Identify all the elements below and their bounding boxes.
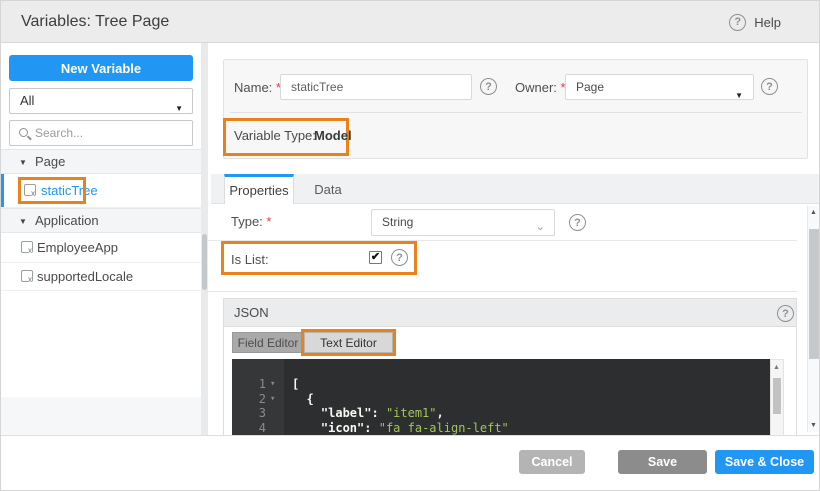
panel-divider[interactable]	[201, 43, 208, 435]
tree-item-label[interactable]: EmployeeApp	[37, 240, 118, 255]
tree-group-label: Application	[35, 213, 99, 228]
selection-bar	[1, 174, 4, 207]
variable-filter-value: All	[20, 93, 35, 108]
section-separator	[208, 291, 797, 292]
sidebar-scrollbar-thumb[interactable]	[202, 234, 207, 290]
panel-separator	[230, 112, 802, 113]
variable-icon: x	[24, 184, 36, 198]
text-editor-button[interactable]: Text Editor	[304, 332, 393, 353]
tree-group-page[interactable]: ▼ Page	[1, 149, 201, 174]
variable-icon: x	[21, 241, 33, 255]
caret-down-icon: ▼	[735, 91, 743, 100]
chevron-down-icon: ⌄	[535, 221, 545, 233]
variables-tree: ▼ Page x staticTree ▼ Application x Empl…	[1, 149, 201, 291]
field-editor-button[interactable]: Field Editor	[232, 332, 304, 353]
scroll-down-icon[interactable]: ▼	[810, 422, 817, 429]
required-mark: *	[266, 214, 272, 229]
variable-type-value: Model	[314, 128, 352, 143]
tab-data[interactable]: Data	[295, 174, 361, 204]
variables-dialog: Variables: Tree Page ? Help New Variable…	[0, 0, 820, 491]
tree-item-statictree[interactable]: x staticTree	[1, 174, 201, 208]
save-button[interactable]: Save	[618, 450, 707, 474]
json-code-editor[interactable]: 1 ▾[ 2 ▾ { 3 "label": "item1", 4 "icon": "…	[232, 359, 770, 435]
tree-group-label: Page	[35, 154, 66, 169]
save-and-close-button[interactable]: Save & Close	[715, 450, 814, 474]
variable-summary-panel: Name: * ? Owner: * Page ▼ ? Variable Typ…	[223, 59, 808, 159]
caret-down-icon[interactable]: ▼	[19, 217, 27, 226]
tree-group-application[interactable]: ▼ Application	[1, 208, 201, 233]
tree-item-label[interactable]: supportedLocale	[37, 269, 133, 284]
json-title: JSON	[234, 305, 269, 320]
code-line: 5 }	[232, 421, 770, 436]
main-scrollbar[interactable]: ▲ ▼	[807, 206, 819, 432]
sidebar-filler	[1, 397, 201, 435]
properties-content: Type: * String ⌄ ? Is List: ✔ ? JSON ? F…	[208, 204, 797, 435]
tree-item-label[interactable]: staticTree	[41, 183, 98, 198]
code-line: 2 ▾ {	[258, 391, 314, 406]
help-button[interactable]: ? Help	[729, 1, 781, 43]
cancel-button[interactable]: Cancel	[519, 450, 585, 474]
main-scrollbar-thumb[interactable]	[809, 229, 819, 359]
page-title: Variables: Tree Page	[21, 13, 170, 30]
variable-icon: x	[21, 270, 33, 284]
type-select[interactable]: String ⌄	[371, 209, 555, 236]
scroll-up-icon[interactable]: ▲	[810, 209, 817, 216]
is-list-checkbox[interactable]: ✔	[369, 251, 382, 264]
tab-properties[interactable]: Properties	[224, 174, 294, 204]
variable-type-label: Variable Type:	[234, 128, 316, 143]
variable-search-box[interactable]	[9, 120, 193, 146]
is-list-help-icon[interactable]: ?	[391, 249, 408, 266]
dialog-footer: Cancel Save Save & Close	[1, 435, 819, 490]
is-list-label: Is List:	[231, 252, 269, 267]
type-row: Type: * String ⌄ ?	[208, 204, 797, 241]
help-label[interactable]: Help	[754, 15, 781, 30]
name-label: Name: *	[234, 80, 281, 95]
tab-strip: Properties Data	[211, 174, 819, 204]
caret-down-icon: ▼	[175, 104, 183, 113]
code-line: 4 "icon": "fa fa-align-left"	[258, 420, 509, 435]
owner-select[interactable]: Page ▼	[565, 74, 754, 100]
help-icon[interactable]: ?	[729, 13, 747, 31]
json-help-icon[interactable]: ?	[777, 305, 794, 322]
tree-item-employeeapp[interactable]: x EmployeeApp	[1, 233, 201, 263]
scroll-up-icon[interactable]: ▲	[773, 364, 780, 371]
code-line: 1 ▾[	[258, 377, 300, 392]
json-section: JSON ? Field Editor Text Editor 1 ▾[ 2 ▾ {…	[223, 298, 797, 435]
owner-value: Page	[576, 80, 605, 94]
type-value: String	[382, 215, 414, 229]
name-field[interactable]	[280, 74, 472, 100]
caret-down-icon[interactable]: ▼	[19, 158, 27, 167]
owner-label: Owner: *	[515, 80, 566, 95]
editor-scrollbar[interactable]: ▲	[770, 359, 784, 435]
search-input[interactable]	[35, 122, 185, 144]
owner-help-icon[interactable]: ?	[761, 78, 778, 95]
variables-sidebar: New Variable All ▼ ▼ Page x staticTree	[1, 43, 201, 435]
type-help-icon[interactable]: ?	[569, 214, 586, 231]
name-help-icon[interactable]: ?	[480, 78, 497, 95]
dialog-header: Variables: Tree Page ? Help	[1, 1, 819, 43]
code-line: 3 "label": "item1",	[258, 406, 444, 421]
editor-lines: 1 ▾[ 2 ▾ { 3 "label": "item1", 4 "icon": "…	[232, 363, 770, 435]
variable-filter-select[interactable]: All ▼	[9, 88, 193, 114]
tree-item-supportedlocale[interactable]: x supportedLocale	[1, 263, 201, 291]
search-icon	[19, 128, 28, 137]
new-variable-button[interactable]: New Variable	[9, 55, 193, 81]
json-header: JSON	[224, 299, 796, 327]
editor-scrollbar-thumb[interactable]	[773, 378, 781, 414]
type-label: Type: *	[231, 214, 272, 229]
